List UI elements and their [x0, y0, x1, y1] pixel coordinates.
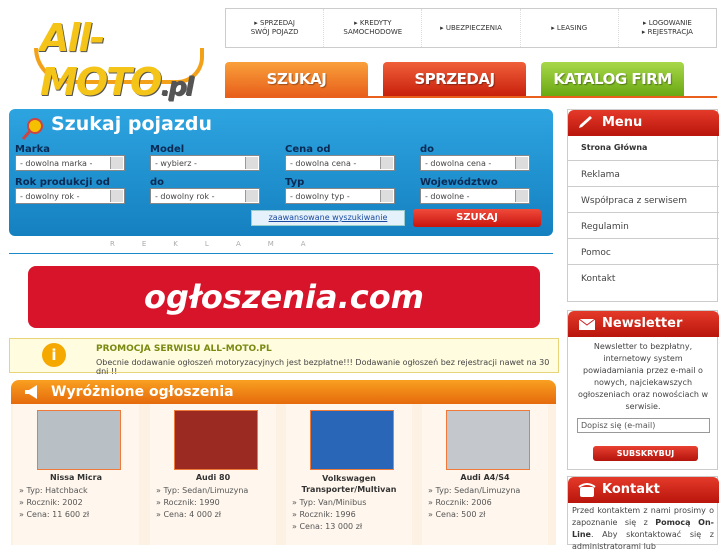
price-to-select[interactable]: - dowolna cena -: [420, 155, 530, 171]
listing-year: 1996: [335, 510, 356, 519]
price-from-label: Cena od: [285, 144, 331, 155]
listing-photo[interactable]: [37, 410, 121, 470]
featured-title: Wyróżnione ogłoszenia: [51, 384, 234, 400]
side-menu: Menu Strona Główna Reklama Współpraca z …: [567, 109, 719, 302]
advanced-search-link[interactable]: zaawansowane wyszukiwanie: [251, 210, 405, 226]
nav-login-register[interactable]: ▸ LOGOWANIE ▸ REJESTRACJA: [619, 9, 716, 47]
menu-item-help[interactable]: Pomoc: [568, 238, 719, 264]
contact-box: Kontakt Przed kontaktem z nami prosimy o…: [567, 476, 719, 551]
contact-text: Przed kontaktem z nami prosimy o zapozna…: [572, 506, 714, 551]
ad-label: REKLAMA: [110, 240, 333, 248]
listing-card[interactable]: Volkswagen Transporter/Multivan » Typ: V…: [286, 404, 412, 545]
type-label: Typ: [285, 177, 305, 188]
listing-type: Sedan/Limuzyna: [182, 486, 249, 495]
year-from-label: Rok produkcji od: [15, 177, 110, 188]
ad-banner[interactable]: ogłoszenia.com: [28, 266, 540, 328]
menu-title: Menu: [602, 115, 643, 130]
region-label: Województwo: [420, 177, 498, 188]
subscribe-button[interactable]: SUBSKRYBUJ: [593, 446, 698, 461]
featured-header: Wyróżnione ogłoszenia: [11, 380, 556, 404]
listing-photo[interactable]: [446, 410, 530, 470]
year-to-select[interactable]: - dowolny rok -: [150, 188, 260, 204]
listing-name[interactable]: Audi 80: [150, 473, 276, 482]
tab-catalog[interactable]: KATALOG FIRM: [541, 62, 684, 96]
listing-card[interactable]: Audi 80 » Typ: Sedan/Limuzyna » Rocznik:…: [150, 404, 276, 545]
listing-card[interactable]: Nissa Micra » Typ: Hatchback » Rocznik: …: [13, 404, 139, 545]
tab-underline: [225, 96, 717, 98]
promo-title: PROMOCJA SERWISU ALL-MOTO.PL: [96, 344, 272, 354]
contact-title: Kontakt: [602, 482, 660, 497]
listing-photo[interactable]: [174, 410, 258, 470]
tab-sell[interactable]: SPRZEDAJ: [383, 62, 526, 96]
make-select[interactable]: - dowolna marka -: [15, 155, 125, 171]
logo-suffix: .pl: [160, 72, 193, 102]
search-submit-button[interactable]: SZUKAJ: [413, 209, 541, 227]
listing-price: 4 000 zł: [189, 510, 222, 519]
promo-body: Obecnie dodawanie ogłoszeń motoryzacyjny…: [96, 358, 550, 376]
type-select[interactable]: - dowolny typ -: [285, 188, 395, 204]
year-to-label: do: [150, 177, 165, 188]
menu-item-contact[interactable]: Kontakt: [568, 264, 719, 290]
phone-icon: [578, 483, 596, 497]
tab-search[interactable]: SZUKAJ: [225, 62, 368, 96]
price-to-label: do: [420, 144, 435, 155]
listing-name[interactable]: Nissa Micra: [13, 473, 139, 482]
megaphone-icon: [25, 385, 37, 399]
listing-name[interactable]: Volkswagen Transporter/Multivan: [286, 473, 412, 495]
make-label: Marka: [15, 144, 51, 155]
listing-card[interactable]: Audi A4/S4 » Typ: Sedan/Limuzyna » Roczn…: [422, 404, 548, 545]
listing-year: 2002: [62, 498, 83, 507]
listing-price: 500 zł: [461, 510, 486, 519]
menu-item-cooperation[interactable]: Współpraca z serwisem: [568, 186, 719, 212]
newsletter-text: Newsletter to bezpłatny, internetowy sys…: [577, 342, 709, 411]
listing-year: 1990: [199, 498, 220, 507]
menu-item-home[interactable]: Strona Główna: [568, 134, 719, 160]
listing-year: 2006: [471, 498, 492, 507]
model-select[interactable]: - wybierz -: [150, 155, 260, 171]
nav-sell-vehicle[interactable]: ▸ SPRZEDAJ SWÓJ POJAZD: [226, 9, 325, 47]
divider: [9, 253, 553, 254]
region-select[interactable]: - dowolne -: [420, 188, 530, 204]
listing-price: 13 000 zł: [325, 522, 363, 531]
listing-photo[interactable]: [310, 410, 394, 470]
nav-car-loans[interactable]: ▸ KREDYTY SAMOCHODOWE: [324, 9, 423, 47]
search-panel: Szukaj pojazdu Marka - dowolna marka - M…: [9, 109, 553, 236]
search-title: Szukaj pojazdu: [51, 113, 213, 135]
listing-type: Van/Minibus: [318, 498, 367, 507]
year-from-select[interactable]: - dowolny rok -: [15, 188, 125, 204]
newsletter-box: Newsletter Newsletter to bezpłatny, inte…: [567, 310, 719, 470]
newsletter-title: Newsletter: [602, 316, 683, 331]
site-logo[interactable]: All-MOTO.pl: [30, 14, 220, 104]
nav-insurance[interactable]: ▸ UBEZPIECZENIA: [422, 9, 521, 47]
newsletter-email-input[interactable]: Dopisz się (e-mail): [577, 418, 710, 433]
magnifier-icon: [21, 118, 43, 140]
envelope-icon: [578, 318, 596, 330]
listing-name[interactable]: Audi A4/S4: [422, 473, 548, 482]
model-label: Model: [150, 144, 185, 155]
info-icon: i: [42, 343, 66, 367]
promo-box: i PROMOCJA SERWISU ALL-MOTO.PL Obecnie d…: [9, 338, 559, 376]
nav-leasing[interactable]: ▸ LEASING: [521, 9, 619, 47]
top-nav: ▸ SPRZEDAJ SWÓJ POJAZD ▸ KREDYTY SAMOCHODO…: [225, 8, 717, 48]
menu-item-ads[interactable]: Reklama: [568, 160, 719, 186]
pencil-icon: [579, 116, 592, 128]
listing-price: 11 600 zł: [52, 510, 90, 519]
price-from-select[interactable]: - dowolna cena -: [285, 155, 395, 171]
menu-item-rules[interactable]: Regulamin: [568, 212, 719, 238]
logo-brand: All-MOTO: [40, 16, 162, 104]
listing-type: Hatchback: [45, 486, 88, 495]
listing-type: Sedan/Limuzyna: [454, 486, 521, 495]
